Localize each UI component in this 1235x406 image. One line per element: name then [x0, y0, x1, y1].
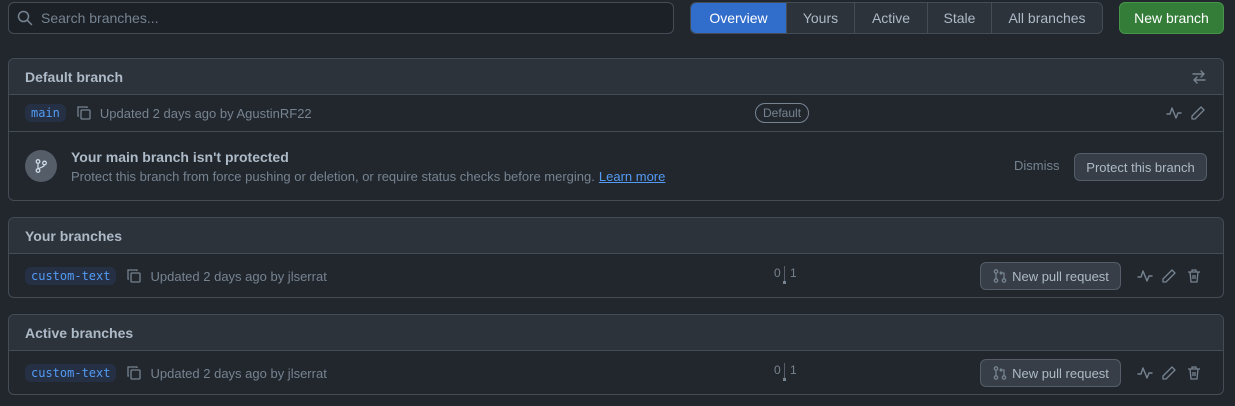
switch-default-branch-icon[interactable] — [1191, 69, 1207, 85]
branch-name-link[interactable]: custom-text — [25, 267, 117, 285]
search-box[interactable] — [8, 2, 674, 34]
protection-description-text: Protect this branch from force pushing o… — [71, 169, 595, 184]
section-title: Your branches — [25, 227, 122, 244]
default-branch-section: Default branch main Updated 2 days ago b… — [8, 58, 1224, 201]
branches-toolbar: Overview Yours Active Stale All branches… — [8, 2, 1224, 34]
ahead-bar — [783, 378, 786, 381]
behind-count: 0 — [774, 266, 781, 280]
protect-branch-button[interactable]: Protect this branch — [1074, 153, 1207, 181]
branch-protection-notice: Your main branch isn't protected Protect… — [9, 131, 1223, 199]
new-pull-request-label: New pull request — [1012, 268, 1109, 284]
active-branches-header: Active branches — [9, 315, 1223, 351]
copy-icon[interactable] — [126, 268, 142, 284]
protection-title: Your main branch isn't protected — [71, 149, 289, 165]
pencil-icon[interactable] — [1190, 105, 1206, 121]
branch-row-custom-text: custom-text Updated 2 days ago by jlserr… — [9, 254, 1223, 297]
git-branch-icon — [25, 150, 57, 182]
copy-icon[interactable] — [76, 105, 92, 121]
updated-text: Updated 2 days ago by AgustinRF22 — [99, 105, 312, 121]
tab-overview[interactable]: Overview — [691, 3, 786, 33]
branch-filter-tabs: Overview Yours Active Stale All branches — [690, 2, 1103, 34]
new-pull-request-button[interactable]: New pull request — [980, 359, 1121, 387]
new-branch-button[interactable]: New branch — [1119, 2, 1224, 34]
default-branch-header: Default branch — [9, 59, 1223, 95]
search-input[interactable] — [41, 10, 641, 26]
tab-active[interactable]: Active — [854, 3, 927, 33]
protection-description: Protect this branch from force pushing o… — [71, 169, 665, 184]
learn-more-link[interactable]: Learn more — [599, 169, 665, 184]
trash-icon[interactable] — [1186, 365, 1202, 381]
updated-text: Updated 2 days ago by jlserrat — [150, 365, 327, 381]
branch-row-main: main Updated 2 days ago by AgustinRF22 D… — [9, 95, 1223, 131]
dismiss-button[interactable]: Dismiss — [1014, 158, 1060, 173]
ahead-bar — [783, 281, 786, 284]
default-badge: Default — [755, 103, 810, 123]
pull-request-icon — [993, 269, 1007, 283]
pencil-icon[interactable] — [1161, 365, 1177, 381]
branch-row-custom-text: custom-text Updated 2 days ago by jlserr… — [9, 351, 1223, 394]
active-branches-section: Active branches custom-text Updated 2 da… — [8, 314, 1224, 395]
updated-text: Updated 2 days ago by jlserrat — [150, 268, 327, 284]
new-pull-request-label: New pull request — [1012, 365, 1109, 381]
tab-stale[interactable]: Stale — [927, 3, 991, 33]
copy-icon[interactable] — [126, 365, 142, 381]
activity-icon[interactable] — [1137, 365, 1153, 381]
activity-icon[interactable] — [1166, 105, 1182, 121]
section-title: Default branch — [25, 68, 124, 85]
ahead-behind-count: 0 1 — [774, 363, 804, 381]
search-icon — [17, 10, 33, 26]
activity-icon[interactable] — [1137, 268, 1153, 284]
new-pull-request-button[interactable]: New pull request — [980, 262, 1121, 290]
branch-name-link[interactable]: main — [25, 104, 66, 122]
section-title: Active branches — [25, 324, 134, 341]
branch-name-link[interactable]: custom-text — [25, 364, 117, 382]
ahead-behind-count: 0 1 — [774, 266, 804, 284]
pencil-icon[interactable] — [1161, 268, 1177, 284]
behind-count: 0 — [774, 363, 781, 377]
trash-icon[interactable] — [1186, 268, 1202, 284]
pull-request-icon — [993, 366, 1007, 380]
tab-yours[interactable]: Yours — [786, 3, 854, 33]
tab-all-branches[interactable]: All branches — [991, 3, 1102, 33]
your-branches-header: Your branches — [9, 218, 1223, 254]
your-branches-section: Your branches custom-text Updated 2 days… — [8, 217, 1224, 298]
ahead-count: 1 — [790, 363, 797, 377]
ahead-count: 1 — [790, 266, 797, 280]
